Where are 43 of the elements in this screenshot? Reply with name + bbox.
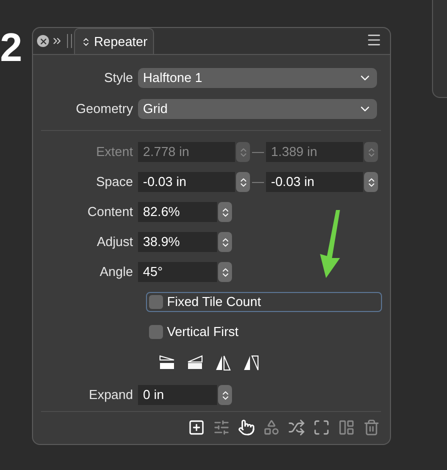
field-label: Space	[95, 173, 134, 192]
flip-icon[interactable]	[186, 354, 204, 372]
up-down-arrows-icon	[81, 36, 91, 46]
dropdown[interactable]: Grid	[138, 98, 377, 118]
stepper-button[interactable]	[218, 262, 232, 282]
number-field[interactable]: 38.9%	[138, 232, 217, 252]
flip-icon[interactable]	[214, 354, 232, 372]
repeater-tab[interactable]: Repeater	[74, 28, 154, 54]
field-label: Extent	[95, 143, 134, 162]
background-text: 2	[0, 28, 22, 68]
stepper-button[interactable]	[236, 172, 250, 192]
stepper-button[interactable]	[364, 172, 378, 192]
field-label: Style	[103, 68, 134, 87]
sliders-icon[interactable]	[213, 419, 230, 436]
layout-icon[interactable]	[338, 419, 355, 436]
dropdown[interactable]: Halftone 1	[138, 68, 377, 88]
pointer-icon[interactable]	[238, 419, 255, 436]
menu-icon[interactable]	[366, 32, 382, 48]
number-field[interactable]: 45°	[138, 262, 217, 282]
shuffle-icon[interactable]	[288, 419, 305, 436]
delete-icon[interactable]	[363, 419, 380, 436]
flip-icon[interactable]	[158, 354, 176, 372]
flip-icon[interactable]	[242, 354, 260, 372]
field-label: Content	[86, 203, 134, 222]
expand-corners-icon[interactable]	[313, 419, 330, 436]
field-label: Expand	[88, 386, 134, 404]
checkbox[interactable]: Vertical First	[146, 322, 242, 342]
number-field[interactable]: -0.03 in	[266, 172, 363, 192]
shapes-icon[interactable]	[263, 419, 280, 436]
number-field[interactable]: -0.03 in	[138, 172, 235, 192]
stepper-button[interactable]	[218, 232, 232, 252]
close-icon[interactable]	[37, 35, 49, 47]
checkbox[interactable]: Fixed Tile Count	[146, 292, 382, 312]
field-label: Adjust	[96, 233, 134, 252]
number-field[interactable]: 82.6%	[138, 202, 217, 222]
stepper-button[interactable]	[218, 385, 232, 405]
field-label: Angle	[98, 263, 134, 282]
expand-icon[interactable]	[51, 35, 63, 47]
number-field[interactable]: 0 in	[138, 385, 217, 405]
grip-icon[interactable]	[67, 34, 72, 48]
add-icon[interactable]	[188, 419, 205, 436]
stepper-button[interactable]	[218, 202, 232, 222]
field-label: Geometry	[74, 100, 134, 118]
